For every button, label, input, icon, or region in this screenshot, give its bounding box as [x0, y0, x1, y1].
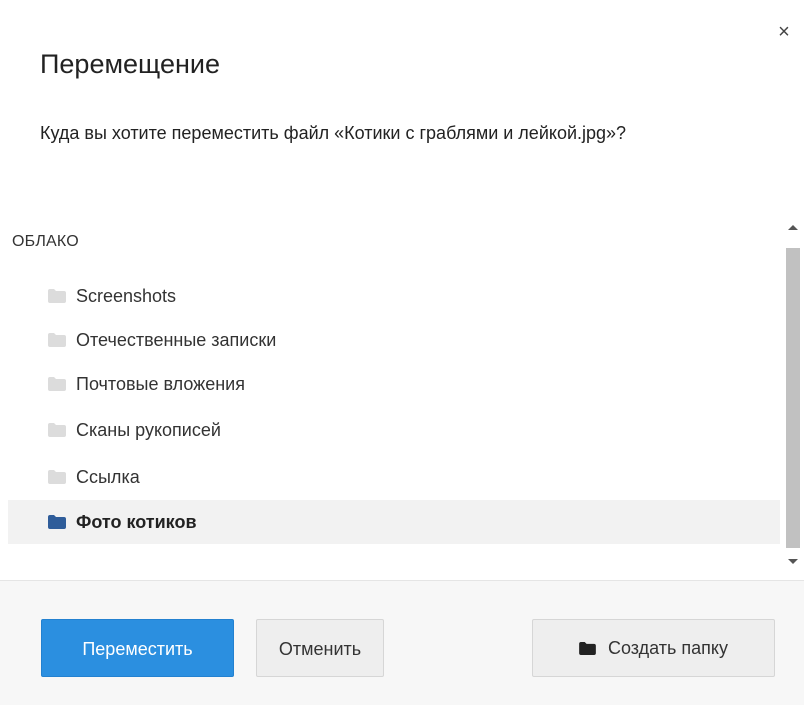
folder-icon — [48, 289, 66, 303]
folder-icon — [48, 423, 66, 437]
tree-scrollbar[interactable] — [783, 213, 804, 575]
folder-label: Фото котиков — [76, 511, 197, 532]
folder-tree: ОБЛАКО Screenshots Отечественные записки… — [8, 213, 780, 573]
folder-item-screenshots[interactable]: Screenshots — [8, 274, 780, 318]
close-icon[interactable]: × — [774, 22, 794, 42]
scrollbar-thumb[interactable] — [786, 248, 800, 548]
create-folder-button[interactable]: Создать папку — [532, 619, 775, 677]
dialog-question: Куда вы хотите переместить файл «Котики … — [40, 123, 627, 143]
folder-icon — [48, 377, 66, 391]
folder-label: Почтовые вложения — [76, 373, 245, 394]
cancel-button[interactable]: Отменить — [256, 619, 384, 677]
move-dialog: × Перемещение Куда вы хотите переместить… — [0, 0, 804, 705]
create-folder-label: Создать папку — [608, 638, 728, 658]
dialog-title: Перемещение — [40, 49, 220, 79]
folder-item-pochtovye-vlozheniya[interactable]: Почтовые вложения — [8, 362, 780, 406]
move-button[interactable]: Переместить — [41, 619, 234, 677]
folder-icon — [48, 470, 66, 484]
dialog-footer: Переместить Отменить Создать папку — [0, 580, 804, 705]
folder-icon — [579, 641, 596, 655]
folder-item-skany-rukopisey[interactable]: Сканы рукописей — [8, 408, 780, 452]
scroll-down-icon[interactable] — [788, 559, 798, 564]
folder-item-otechestvennye-zapiski[interactable]: Отечественные записки — [8, 318, 780, 362]
folder-label: Screenshots — [76, 285, 177, 306]
folder-icon — [48, 333, 66, 347]
folder-label: Сканы рукописей — [76, 419, 221, 440]
scroll-up-icon[interactable] — [788, 225, 798, 230]
tree-root-label[interactable]: ОБЛАКО — [12, 233, 79, 251]
folder-item-foto-kotikov[interactable]: Фото котиков — [8, 500, 780, 544]
folder-icon — [48, 515, 66, 529]
folder-item-ssylka[interactable]: Ссылка — [8, 455, 780, 499]
folder-label: Отечественные записки — [76, 329, 277, 350]
folder-label: Ссылка — [76, 466, 140, 487]
